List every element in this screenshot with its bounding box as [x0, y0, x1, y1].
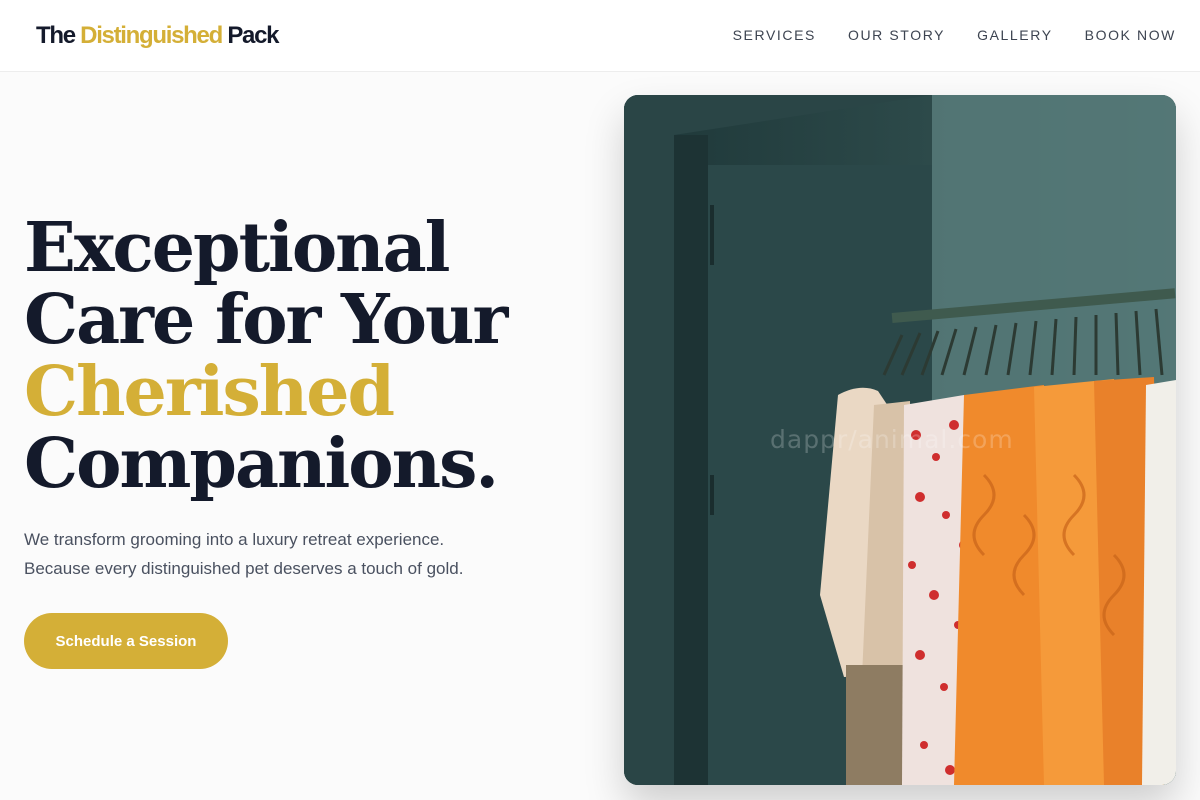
hero-title-accent: Cherished: [24, 352, 395, 432]
hero-subtitle-line-1: We transform grooming into a luxury retr…: [24, 530, 445, 549]
hero-title-line-1: Exceptional: [24, 208, 451, 288]
nav-link-book-now[interactable]: BOOK NOW: [1085, 26, 1176, 44]
hero-title: Exceptional Care for Your Cherished Comp…: [24, 212, 584, 500]
brand-logo[interactable]: The Distinguished Pack: [36, 22, 279, 50]
hero-subtitle-line-2: Because every distinguished pet deserves…: [24, 559, 464, 578]
main-nav: SERVICES OUR STORY GALLERY BOOK NOW: [701, 26, 1176, 44]
hero-image-clothing-rack: dappr/animal.com: [624, 95, 1176, 785]
brand-word-pack: Pack: [227, 22, 279, 49]
top-navbar: The Distinguished Pack SERVICES OUR STOR…: [0, 0, 1200, 72]
hero-subtitle: We transform grooming into a luxury retr…: [24, 525, 544, 583]
schedule-session-button[interactable]: Schedule a Session: [24, 613, 228, 669]
nav-link-our-story[interactable]: OUR STORY: [848, 26, 945, 44]
image-watermark: dappr/animal.com: [770, 425, 1014, 454]
nav-link-gallery[interactable]: GALLERY: [977, 26, 1053, 44]
brand-word-distinguished: Distinguished: [80, 22, 223, 49]
hero-title-line-2: Care for Your: [24, 280, 508, 360]
nav-link-services[interactable]: SERVICES: [733, 26, 816, 44]
brand-word-the: The: [36, 22, 76, 49]
hero-title-line-4: Companions.: [24, 424, 499, 504]
